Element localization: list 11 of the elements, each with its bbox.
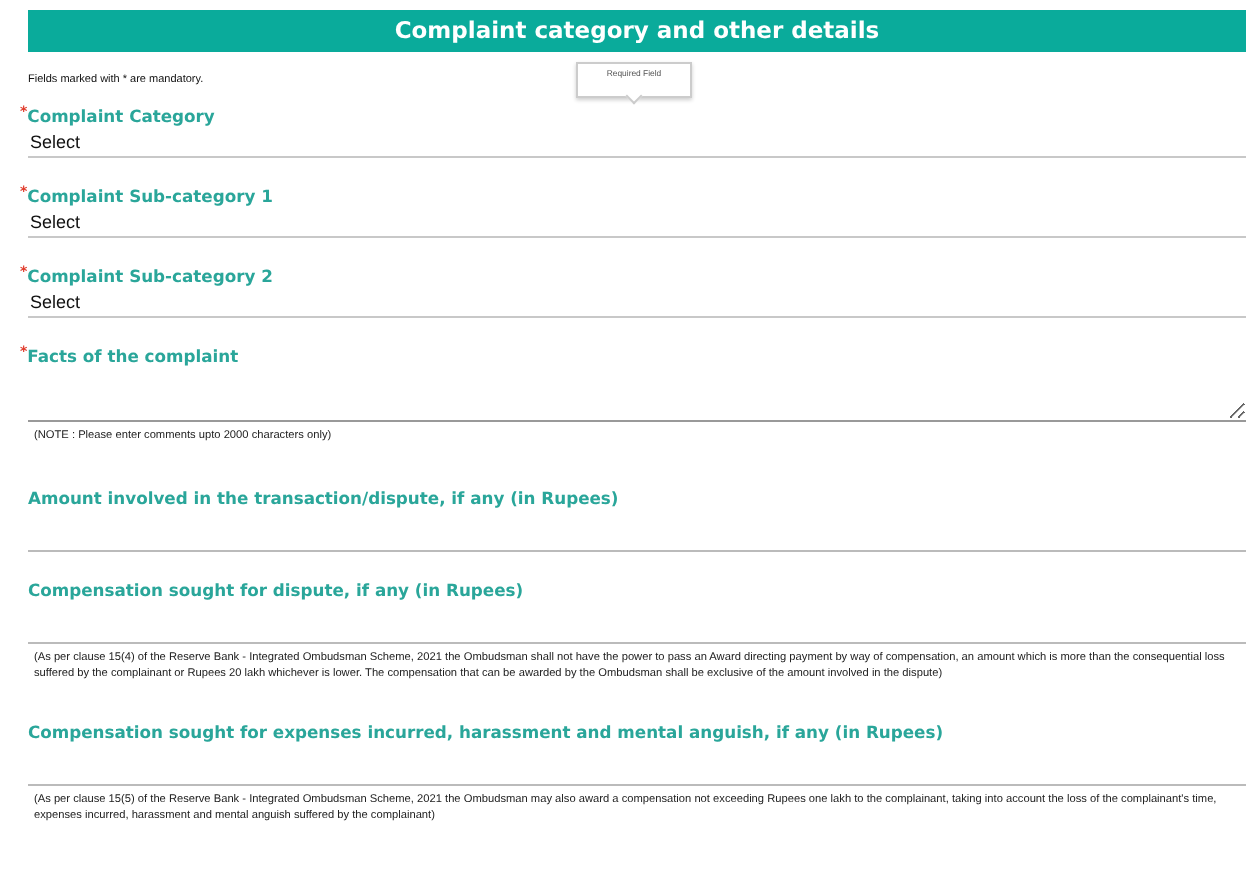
field-label: Facts of the complaint	[27, 346, 239, 366]
field-label: Amount involved in the transaction/dispute, if any (in Rupees)	[28, 488, 619, 508]
field-label: Compensation sought for expenses incurred, harassment and mental anguish, if any (in Rupees)	[28, 722, 944, 742]
section-header: Complaint category and other details	[28, 10, 1246, 52]
field-label: Complaint Sub-category 1	[27, 186, 273, 206]
field-label: Complaint Sub-category 2	[27, 266, 273, 286]
select-dropdown[interactable]: Select	[28, 126, 1246, 158]
select-dropdown[interactable]: Select	[28, 286, 1246, 318]
field-label: Compensation sought for dispute, if any (in Rupees)	[28, 580, 524, 600]
field-label: Complaint Category	[27, 106, 215, 126]
select-dropdown[interactable]: Select	[28, 206, 1246, 238]
